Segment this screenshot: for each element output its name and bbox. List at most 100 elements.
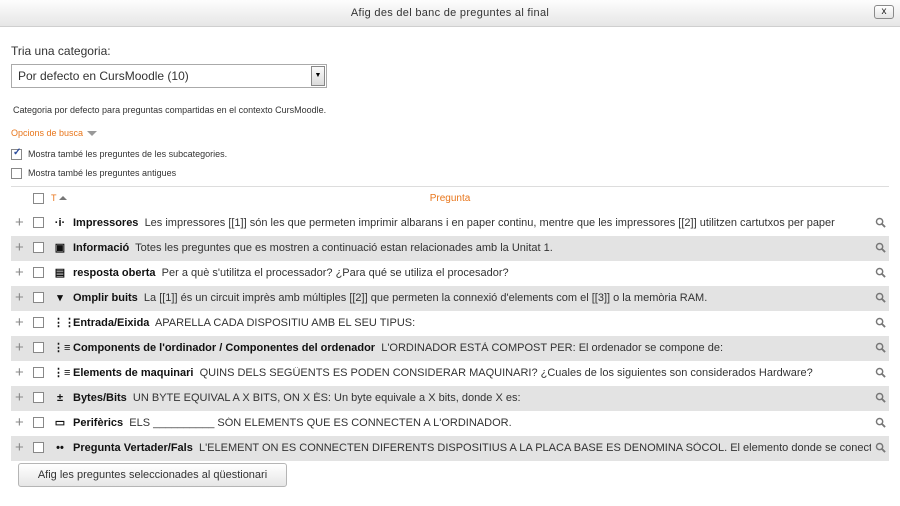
- add-question-icon[interactable]: +: [15, 240, 24, 255]
- add-question-icon[interactable]: +: [15, 215, 24, 230]
- table-row: + •• Pregunta Vertader/Fals L'ELEMENT ON E…: [11, 436, 889, 461]
- show-subcategories-checkbox[interactable]: [11, 147, 22, 161]
- add-selected-button[interactable]: Afig les preguntes seleccionades al qües…: [18, 463, 287, 487]
- preview-magnifier-icon[interactable]: [875, 217, 886, 228]
- show-old-checkbox[interactable]: [11, 168, 22, 180]
- question-body: Totes les preguntes que es mostren a con…: [135, 242, 553, 254]
- row-checkbox[interactable]: [33, 242, 44, 253]
- question-text: Pregunta Vertader/Fals L'ELEMENT ON ES C…: [73, 442, 871, 454]
- question-name: resposta oberta: [73, 267, 156, 279]
- description-icon: ▣: [54, 242, 66, 254]
- gapselect-icon: ▾: [57, 292, 63, 304]
- chevron-down-icon: [87, 131, 98, 137]
- category-label: Tria una categoria:: [11, 44, 111, 58]
- close-button[interactable]: x: [874, 5, 894, 19]
- add-question-icon[interactable]: +: [15, 315, 24, 330]
- preview-magnifier-icon[interactable]: [875, 442, 886, 453]
- table-row: + ·i· Impressores Les impressores [[1]] só…: [11, 211, 889, 236]
- row-checkbox[interactable]: [33, 392, 44, 403]
- row-checkbox[interactable]: [33, 292, 44, 303]
- question-body: UN BYTE EQUIVAL A X BITS, ON X ÉS: Un by…: [132, 392, 521, 404]
- match-icon: ⋮⋮: [53, 317, 75, 329]
- add-question-icon[interactable]: +: [15, 365, 24, 380]
- preview-magnifier-icon[interactable]: [875, 242, 886, 253]
- search-options-label: Opcions de busca: [11, 128, 84, 138]
- question-text: Entrada/Eixida APARELLA CADA DISPOSITIU …: [73, 317, 871, 329]
- shortanswer-icon: ▭: [54, 417, 66, 429]
- preview-magnifier-icon[interactable]: [875, 267, 886, 278]
- dialog-titlebar: Afig des del banc de preguntes al final …: [0, 0, 900, 27]
- question-text: resposta oberta Per a què s'utilitza el …: [73, 267, 871, 279]
- question-name: Impressores: [73, 217, 139, 229]
- table-row: + ▤ resposta oberta Per a què s'utilitza e…: [11, 261, 889, 286]
- question-text: Omplir buits La [[1]] és un circuit impr…: [73, 292, 871, 304]
- question-name: Perifèrics: [73, 417, 124, 429]
- show-old-label: Mostra també les preguntes antigues: [28, 168, 177, 178]
- question-name: Pregunta Vertader/Fals: [73, 442, 193, 454]
- question-list: + ·i· Impressores Les impressores [[1]] só…: [11, 211, 889, 461]
- add-question-icon[interactable]: +: [15, 415, 24, 430]
- add-question-icon[interactable]: +: [15, 290, 24, 305]
- question-text: Impressores Les impressores [[1]] són le…: [73, 217, 871, 229]
- add-question-icon[interactable]: +: [15, 265, 24, 280]
- preview-magnifier-icon[interactable]: [875, 417, 886, 428]
- question-text: Bytes/Bits UN BYTE EQUIVAL A X BITS, ON …: [73, 392, 871, 404]
- multichoice-icon: ·i·: [54, 217, 66, 229]
- preview-magnifier-icon[interactable]: [875, 392, 886, 403]
- multichoice-list-icon: ⋮≡: [53, 367, 71, 379]
- question-body: APARELLA CADA DISPOSITIU AMB EL SEU TIPU…: [154, 317, 416, 329]
- question-name: Omplir buits: [73, 292, 138, 304]
- row-checkbox[interactable]: [33, 217, 44, 228]
- table-row: + ⋮⋮ Entrada/Eixida APARELLA CADA DISPOSIT…: [11, 311, 889, 336]
- table-row: + ⋮≡ Components de l'ordinador / Component…: [11, 336, 889, 361]
- search-options-toggle[interactable]: Opcions de busca: [11, 128, 98, 138]
- row-checkbox[interactable]: [33, 367, 44, 378]
- table-row: + ⋮≡ Elements de maquinari QUINS DELS SEGÜ…: [11, 361, 889, 386]
- add-question-icon[interactable]: +: [15, 340, 24, 355]
- question-body: Les impressores [[1]] són les que permet…: [144, 217, 835, 229]
- category-select[interactable]: Por defecto en CursMoodle (10) ▼: [11, 64, 327, 88]
- preview-magnifier-icon[interactable]: [875, 292, 886, 303]
- question-name: Informació: [73, 242, 130, 254]
- category-description: Categoria por defecto para preguntas com…: [13, 105, 327, 115]
- add-question-icon[interactable]: +: [15, 440, 24, 455]
- category-selected-value: Por defecto en CursMoodle (10): [18, 69, 189, 83]
- question-body: L'ELEMENT ON ES CONNECTEN DIFERENTS DISP…: [198, 442, 871, 454]
- table-header: T Pregunta: [11, 186, 889, 208]
- multichoice-list-icon: ⋮≡: [53, 342, 71, 354]
- truefalse-icon: ••: [56, 442, 64, 454]
- preview-magnifier-icon[interactable]: [875, 342, 886, 353]
- dialog-title: Afig des del banc de preguntes al final: [350, 7, 550, 19]
- row-checkbox[interactable]: [33, 267, 44, 278]
- question-column-header[interactable]: Pregunta: [11, 193, 889, 204]
- question-body: QUINS DELS SEGÜENTS ES PODEN CONSIDERAR …: [199, 367, 813, 379]
- question-body: L'ORDINADOR ESTÀ COMPOST PER: El ordenad…: [381, 342, 724, 354]
- question-body: ELS __________ SÓN ELEMENTS QUE ES CONNE…: [129, 417, 512, 429]
- dropdown-arrow-icon[interactable]: ▼: [311, 66, 325, 86]
- question-name: Elements de maquinari: [73, 367, 194, 379]
- table-row: + ▭ Perifèrics ELS __________ SÓN ELEMENTS…: [11, 411, 889, 436]
- question-body: La [[1]] és un circuit imprès amb múltip…: [143, 292, 708, 304]
- show-old-option[interactable]: Mostra també les preguntes antigues: [11, 168, 177, 180]
- essay-icon: ▤: [54, 267, 66, 279]
- add-question-icon[interactable]: +: [15, 390, 24, 405]
- question-text: Perifèrics ELS __________ SÓN ELEMENTS Q…: [73, 417, 871, 429]
- preview-magnifier-icon[interactable]: [875, 367, 886, 378]
- row-checkbox[interactable]: [33, 417, 44, 428]
- show-subcategories-label: Mostra també les preguntes de les subcat…: [28, 149, 228, 159]
- row-checkbox[interactable]: [33, 342, 44, 353]
- question-text: Elements de maquinari QUINS DELS SEGÜENT…: [73, 367, 871, 379]
- row-checkbox[interactable]: [33, 317, 44, 328]
- question-name: Bytes/Bits: [73, 392, 127, 404]
- table-row: + ▣ Informació Totes les preguntes que es …: [11, 236, 889, 261]
- question-text: Components de l'ordinador / Componentes …: [73, 342, 871, 354]
- preview-magnifier-icon[interactable]: [875, 317, 886, 328]
- show-subcategories-option[interactable]: Mostra també les preguntes de les subcat…: [11, 147, 228, 161]
- numerical-icon: ±: [56, 392, 64, 404]
- row-checkbox[interactable]: [33, 442, 44, 453]
- question-name: Entrada/Eixida: [73, 317, 150, 329]
- table-row: + ▾ Omplir buits La [[1]] és un circuit im…: [11, 286, 889, 311]
- question-name: Components de l'ordinador / Componentes …: [73, 342, 376, 354]
- table-row: + ± Bytes/Bits UN BYTE EQUIVAL A X BITS, O…: [11, 386, 889, 411]
- question-text: Informació Totes les preguntes que es mo…: [73, 242, 871, 254]
